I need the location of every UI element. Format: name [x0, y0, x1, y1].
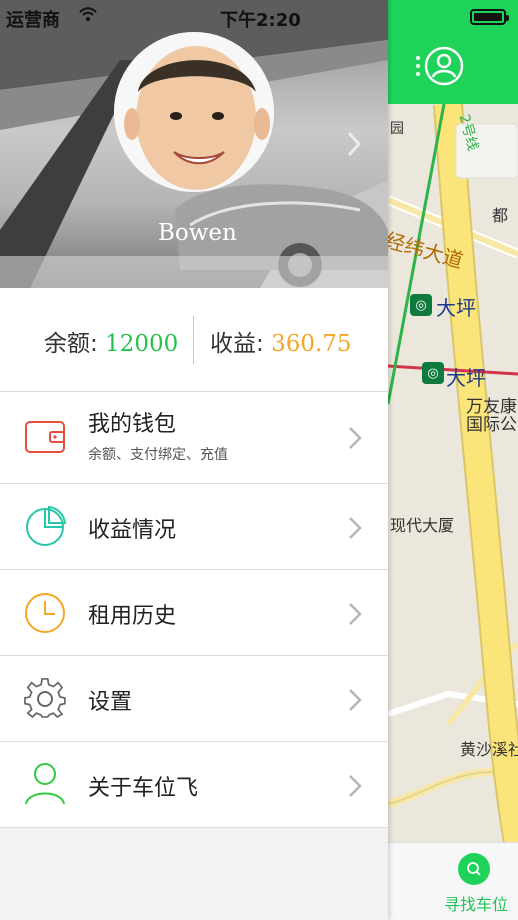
map-footer: 寻找车位 [388, 842, 518, 920]
menu-item-sublabel: 余额、支付绑定、充值 [88, 447, 228, 463]
menu-item-label: 我的钱包 [88, 412, 177, 437]
menu-item-wallet[interactable]: 我的钱包 余额、支付绑定、充值 [0, 392, 388, 484]
search-icon [467, 862, 481, 876]
gear-icon [24, 678, 66, 719]
avatar[interactable] [114, 32, 274, 192]
map-label-building-1b: 国际公 [466, 415, 517, 435]
chevron-right-icon [349, 517, 362, 539]
menu-item-label: 关于车位飞 [88, 776, 199, 801]
balance-value: 12000 [105, 331, 179, 357]
chevron-right-icon [349, 427, 362, 449]
balance-label: 余额: [44, 331, 106, 357]
wifi-icon [79, 7, 97, 21]
side-drawer: 运营商 下午2:20 Bowen 余额: 12000 收益: 360.75 我的… [0, 0, 388, 920]
balance-divider [193, 316, 194, 364]
metro-station-icon[interactable]: ◎ [422, 362, 444, 384]
menu-item-label: 收益情况 [88, 518, 177, 543]
map-header [388, 0, 518, 104]
balance-display: 余额: 12000 [44, 324, 178, 358]
menu-item-label: 设置 [88, 690, 133, 715]
profile-name: Bowen [158, 220, 237, 246]
chevron-right-icon [349, 689, 362, 711]
menu-item-earnings[interactable]: 收益情况 [0, 484, 388, 570]
chevron-right-icon[interactable] [346, 130, 362, 158]
map-label-park: 园 [390, 121, 404, 137]
map-label-poi: 都 [492, 206, 509, 225]
map-label-building-3: 黄沙溪社 [460, 740, 518, 759]
carrier-label: 运营商 [6, 10, 60, 31]
balance-bar: 余额: 12000 收益: 360.75 [0, 288, 388, 392]
profile-header[interactable]: 运营商 下午2:20 Bowen [0, 0, 388, 288]
menu-item-label: 租用历史 [88, 604, 177, 629]
drawer-menu: 我的钱包 余额、支付绑定、充值 收益情况 租用历史 设置 关于车位飞 [0, 392, 388, 828]
battery-icon [470, 9, 509, 25]
person-icon [25, 763, 65, 804]
find-parking-label[interactable]: 寻找车位 [444, 891, 508, 915]
clock-icon [25, 593, 65, 633]
menu-item-about[interactable]: 关于车位飞 [0, 742, 388, 828]
map-label-station-1: 大坪 [436, 296, 476, 320]
chevron-right-icon [349, 775, 362, 797]
find-parking-button[interactable] [458, 853, 490, 885]
avatar-face [114, 32, 274, 192]
chevron-right-icon [349, 603, 362, 625]
earnings-display: 收益: 360.75 [210, 324, 352, 358]
pie-chart-icon [26, 506, 66, 546]
menu-item-settings[interactable]: 设置 [0, 656, 388, 742]
time-label: 下午2:20 [220, 10, 301, 31]
metro-station-icon[interactable]: ◎ [410, 294, 432, 316]
user-profile-icon[interactable] [424, 46, 464, 86]
map-panel[interactable]: 园 2号线 经纬大道 都 ◎ 大坪 ◎ 大坪 万友康 国际公 现代大厦 黄沙溪社… [388, 0, 518, 920]
map-label-building-2: 现代大厦 [390, 516, 455, 535]
menu-dots-icon[interactable] [416, 56, 422, 80]
menu-item-history[interactable]: 租用历史 [0, 570, 388, 656]
map-label-station-2: 大坪 [446, 366, 486, 390]
earnings-value: 360.75 [271, 331, 352, 357]
wallet-icon [25, 421, 65, 453]
earnings-label: 收益: [210, 331, 272, 357]
